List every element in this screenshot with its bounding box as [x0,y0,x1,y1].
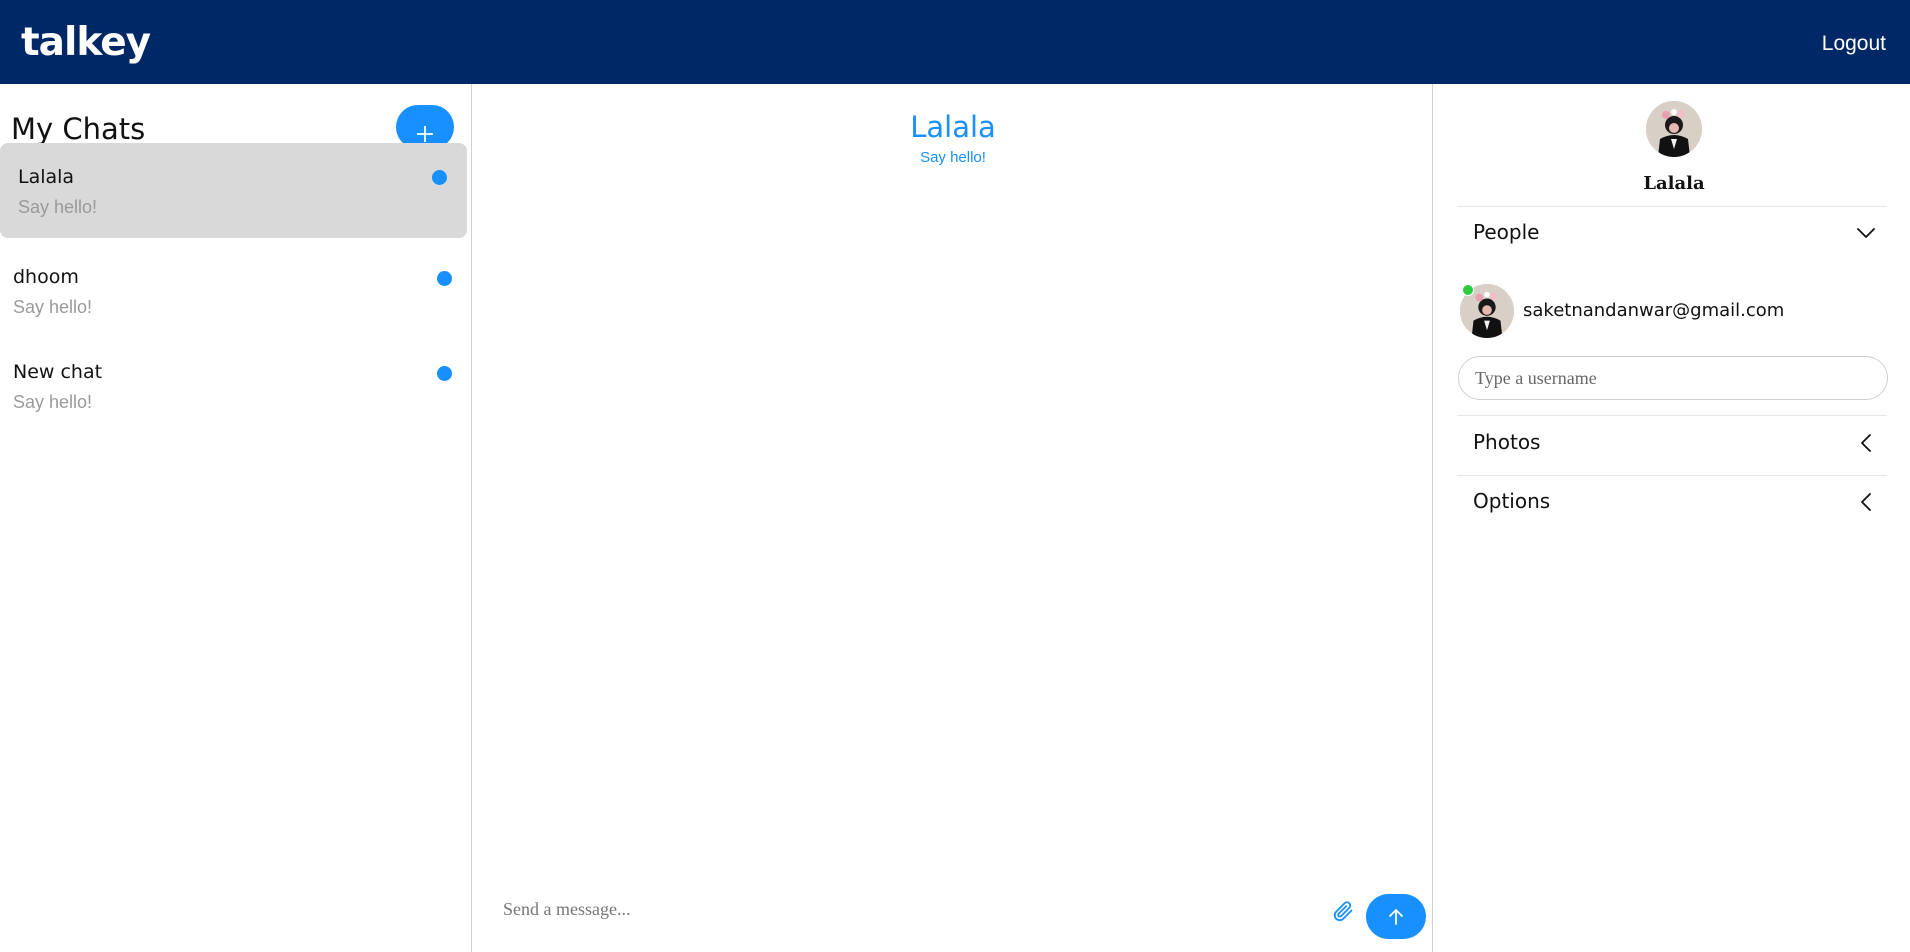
photos-section-header[interactable]: Photos [1457,418,1887,468]
section-label: Photos [1473,430,1541,454]
section-label: People [1473,220,1540,244]
person-avatar-image [1646,101,1702,157]
chat-avatar [1646,101,1702,157]
options-section-header[interactable]: Options [1457,477,1887,527]
chat-item-subtitle: Say hello! [13,392,93,412]
unread-dot [432,170,447,185]
send-button[interactable] [1366,894,1426,939]
chevron-down-icon [1857,228,1875,238]
arrow-up-icon [1389,908,1403,925]
divider [1457,206,1887,207]
unread-dot [437,366,452,381]
chevron-left-icon [1861,434,1871,452]
plus-icon [417,125,433,142]
chat-item-title: New chat [13,361,103,383]
message-input[interactable] [503,894,1283,924]
member-email: saketnandanwar@gmail.com [1523,300,1785,321]
chat-item-subtitle: Say hello! [18,197,98,217]
chat-item-lalala[interactable]: Lalala Say hello! [0,143,467,238]
chat-item-new-chat[interactable]: New chat Say hello! [0,338,467,433]
logout-button[interactable]: Logout [1822,32,1886,56]
online-indicator [1462,284,1474,296]
paperclip-icon [1333,901,1353,922]
unread-dot [437,271,452,286]
conversation-title: Lalala [910,110,996,144]
chat-name: Lalala [1643,173,1705,194]
conversation-panel: Lalala Say hello! [473,84,1433,952]
conversation-subtitle: Say hello! [920,149,986,166]
username-input[interactable] [1458,356,1888,400]
top-bar: talkey Logout [0,0,1910,84]
attach-button[interactable] [1331,899,1357,925]
chat-item-dhoom[interactable]: dhoom Say hello! [0,243,467,338]
chat-item-subtitle: Say hello! [13,297,93,317]
chat-list-panel: My Chats Lalala Say hello! dhoom Say hel… [0,84,472,952]
app-logo: talkey [21,20,151,65]
people-section-header[interactable]: People [1457,208,1887,258]
section-label: Options [1473,489,1551,513]
divider [1457,415,1887,416]
chat-item-title: Lalala [18,166,75,188]
chat-item-title: dhoom [13,266,79,288]
chat-settings-panel: Lalala People saketnandanwar@gmail.com P… [1434,84,1910,952]
chat-list-title: My Chats [11,112,146,146]
chevron-left-icon [1861,493,1871,511]
divider [1457,475,1887,476]
